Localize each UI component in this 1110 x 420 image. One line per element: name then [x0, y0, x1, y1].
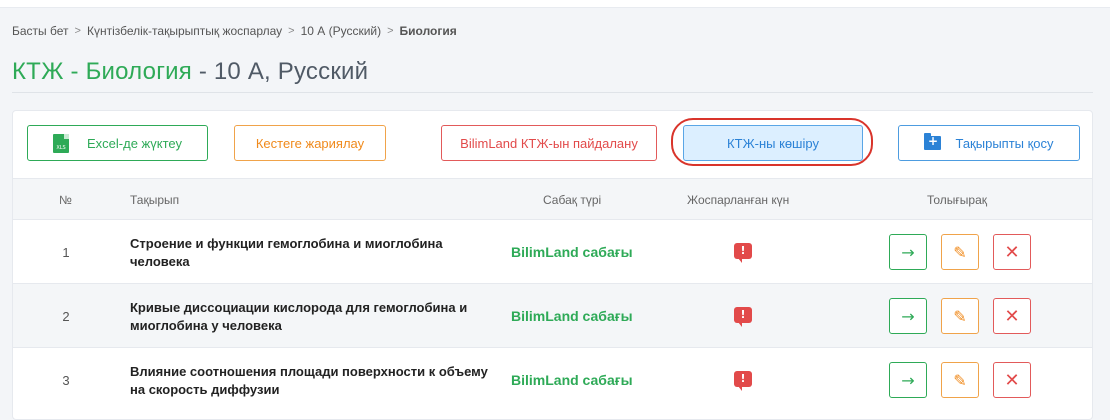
alert-comment-icon[interactable]: ! — [734, 371, 752, 391]
row-lesson-type: BilimLand сабағы — [511, 244, 633, 260]
use-bilimland-plan-label: BilimLand КТЖ-ын пайдалану — [460, 135, 638, 151]
alert-comment-icon[interactable]: ! — [734, 307, 752, 327]
column-header-type: Сабақ түрі — [543, 193, 602, 207]
edit-topic-button[interactable]: ✎ — [941, 298, 979, 334]
copy-plan-label: КТЖ-ны көшіру — [727, 135, 819, 151]
pencil-icon: ✎ — [953, 306, 967, 326]
row-number: 1 — [62, 245, 70, 260]
breadcrumb-home[interactable]: Басты бет — [12, 24, 69, 38]
row-topic: Влияние соотношения площади поверхности … — [130, 364, 488, 397]
breadcrumb: Басты бет > Күнтізбелік-тақырыптық жоспа… — [12, 24, 457, 38]
pencil-icon: ✎ — [953, 242, 967, 262]
close-icon: ✕ — [1004, 369, 1020, 391]
breadcrumb-current: Биология — [399, 24, 457, 38]
column-header-details: Толығырақ — [927, 193, 988, 207]
column-header-planned-date: Жоспарланған күн — [687, 193, 790, 207]
xls-file-icon — [53, 133, 70, 153]
table-row: 1 Строение и функции гемоглобина и миогл… — [13, 219, 1092, 283]
row-topic: Кривые диссоциации кислорода для гемогло… — [130, 300, 468, 333]
add-topic-button[interactable]: Тақырыпты қосу — [898, 125, 1080, 161]
excel-download-label: Excel-де жүктеу — [87, 135, 182, 151]
column-header-topic: Тақырып — [130, 193, 180, 207]
arrow-right-icon: → — [901, 242, 915, 262]
arrow-right-icon: → — [901, 306, 915, 326]
column-header-num: № — [59, 193, 72, 207]
open-topic-button[interactable]: → — [889, 298, 927, 334]
folder-plus-icon — [924, 133, 942, 150]
title-divider — [12, 92, 1093, 93]
excel-download-button[interactable]: Excel-де жүктеу — [27, 125, 208, 161]
table-header: № Тақырып Сабақ түрі Жоспарланған күн То… — [13, 178, 1092, 219]
page-title-class: - 10 А, Русский — [198, 58, 369, 85]
use-bilimland-plan-button[interactable]: BilimLand КТЖ-ын пайдалану — [441, 125, 657, 161]
table-row: 3 Влияние соотношения площади поверхност… — [13, 347, 1092, 411]
top-bar — [0, 0, 1110, 8]
plan-card: Excel-де жүктеу Кестеге жариялау BilimLa… — [12, 110, 1093, 420]
row-topic: Строение и функции гемоглобина и миоглоб… — [130, 236, 443, 269]
edit-topic-button[interactable]: ✎ — [941, 234, 979, 270]
breadcrumb-separator: > — [74, 25, 81, 37]
page-title: КТЖ - Биология - 10 А, Русский — [12, 58, 368, 86]
delete-topic-button[interactable]: ✕ — [993, 362, 1031, 398]
open-topic-button[interactable]: → — [889, 234, 927, 270]
row-lesson-type: BilimLand сабағы — [511, 308, 633, 324]
breadcrumb-separator: > — [387, 25, 394, 37]
breadcrumb-planning[interactable]: Күнтізбелік-тақырыптық жоспарлау — [87, 24, 282, 38]
alert-comment-icon[interactable]: ! — [734, 243, 752, 263]
arrow-right-icon: → — [901, 370, 915, 390]
copy-plan-button[interactable]: КТЖ-ны көшіру — [683, 125, 863, 161]
close-icon: ✕ — [1004, 241, 1020, 263]
page-title-subject: КТЖ - Биология — [12, 58, 192, 85]
table-row: 2 Кривые диссоциации кислорода для гемог… — [13, 283, 1092, 347]
publish-schedule-button[interactable]: Кестеге жариялау — [234, 125, 386, 161]
close-icon: ✕ — [1004, 305, 1020, 327]
pencil-icon: ✎ — [953, 370, 967, 390]
edit-topic-button[interactable]: ✎ — [941, 362, 979, 398]
delete-topic-button[interactable]: ✕ — [993, 234, 1031, 270]
row-number: 2 — [62, 309, 70, 324]
row-lesson-type: BilimLand сабағы — [511, 372, 633, 388]
breadcrumb-separator: > — [288, 25, 295, 37]
add-topic-label: Тақырыпты қосу — [955, 135, 1054, 151]
delete-topic-button[interactable]: ✕ — [993, 298, 1031, 334]
publish-schedule-label: Кестеге жариялау — [255, 135, 365, 151]
open-topic-button[interactable]: → — [889, 362, 927, 398]
row-number: 3 — [62, 373, 70, 388]
breadcrumb-class[interactable]: 10 А (Русский) — [301, 24, 382, 38]
